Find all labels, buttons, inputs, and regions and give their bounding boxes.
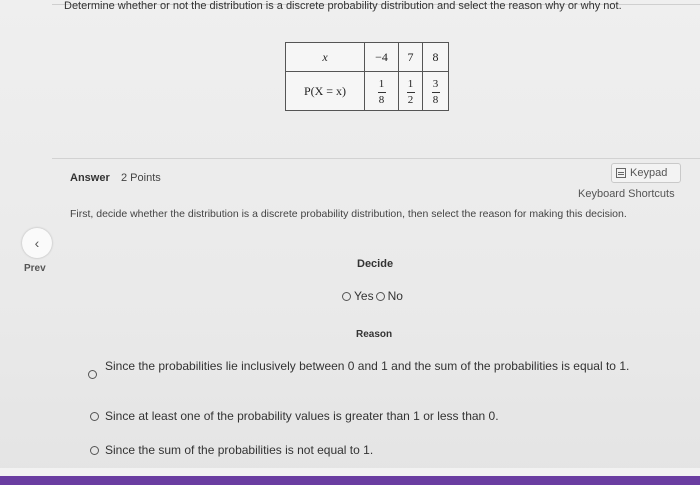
reason-option[interactable]: Since at least one of the probability va… — [90, 408, 499, 424]
no-radio[interactable] — [375, 291, 385, 301]
reason-radio[interactable] — [90, 412, 99, 421]
points-label: 2 Points — [121, 172, 161, 184]
x-value: 7 — [398, 42, 423, 72]
reason-option-label[interactable]: Since at least one of the probability va… — [105, 409, 499, 423]
x-value: −4 — [364, 42, 399, 72]
yes-radio[interactable] — [342, 291, 351, 301]
yes-label[interactable]: Yes — [354, 289, 374, 303]
accent-bar — [0, 476, 700, 485]
x-header: x — [285, 42, 365, 72]
prev-button[interactable]: ‹ — [22, 228, 52, 258]
question-page: Determine whether or not the distributio… — [0, 0, 700, 485]
keyboard-shortcuts-link[interactable]: Keyboard Shortcuts — [578, 188, 675, 200]
keypad-button[interactable]: Keypad — [611, 163, 681, 183]
keypad-icon — [616, 168, 626, 178]
answer-title: Answer — [70, 172, 110, 184]
table-row: x −4 7 8 — [285, 42, 449, 72]
chevron-left-icon: ‹ — [34, 235, 40, 251]
instructions-text: First, decide whether the distribution i… — [70, 208, 627, 220]
section-divider — [52, 158, 700, 159]
reason-option-label[interactable]: Since the sum of the probabilities is no… — [105, 443, 373, 457]
no-label[interactable]: No — [388, 289, 403, 303]
reason-option[interactable]: Since the sum of the probabilities is no… — [90, 442, 373, 458]
probability-header: P(X = x) — [285, 71, 365, 111]
keypad-label: Keypad — [630, 167, 668, 179]
distribution-table: x −4 7 8 P(X = x) 18 12 38 — [285, 42, 449, 111]
decide-options: Yes No — [342, 289, 403, 303]
probability-value: 38 — [422, 71, 449, 111]
prev-label[interactable]: Prev — [24, 263, 46, 274]
footer-strip — [0, 468, 700, 476]
table-row: P(X = x) 18 12 38 — [285, 71, 449, 111]
question-text: Determine whether or not the distributio… — [64, 0, 622, 12]
reason-option-label[interactable]: Since the probabilities lie inclusively … — [105, 358, 688, 374]
probability-value: 12 — [398, 71, 423, 111]
decide-title: Decide — [357, 258, 394, 270]
x-value: 8 — [422, 42, 449, 72]
reason-title: Reason — [356, 329, 393, 340]
reason-radio[interactable] — [88, 370, 97, 379]
reason-option[interactable]: Since the probabilities lie inclusively … — [88, 358, 688, 379]
reason-radio[interactable] — [90, 446, 99, 455]
probability-value: 18 — [364, 71, 399, 111]
